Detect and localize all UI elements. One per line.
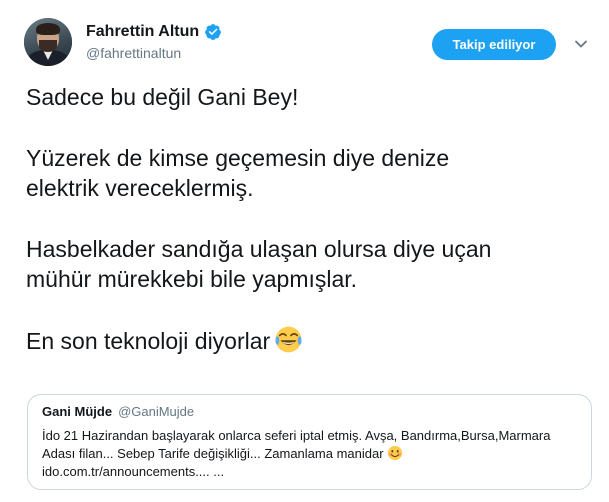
face-with-tears-of-joy-emoji (275, 326, 302, 353)
tweet-last-line: En son teknoloji diyorlar (26, 325, 586, 356)
author-name[interactable]: Fahrettin Altun (86, 23, 199, 41)
quoted-line: İdo 21 Hazirandan başlayarak onlarca sef… (42, 428, 551, 443)
tweet-header: Fahrettin Altun @fahrettinaltun Takip ed… (0, 0, 609, 80)
author-name-row[interactable]: Fahrettin Altun (86, 21, 222, 43)
following-button[interactable]: Takip ediliyor (432, 29, 556, 60)
avatar[interactable] (24, 18, 72, 66)
author-handle[interactable]: @fahrettinaltun (86, 45, 181, 61)
quoted-tweet[interactable]: Gani Müjde @GaniMujde İdo 21 Hazirandan … (27, 394, 592, 490)
verified-badge-icon (205, 24, 222, 40)
quoted-line-with-emoji: Adası filan... Sebep Tarife değişikliği.… (42, 445, 577, 463)
quoted-tweet-header: Gani Müjde @GaniMujde (42, 404, 194, 419)
tweet-line: mühür mürekkebi bile yapmışlar. (26, 266, 358, 292)
quoted-tweet-body: İdo 21 Hazirandan başlayarak onlarca sef… (42, 427, 577, 481)
tweet-line: Yüzerek de kimse geçemesin diye denize (26, 145, 450, 171)
quoted-line: Adası filan... Sebep Tarife değişikliği.… (42, 446, 384, 461)
tweet-text: Sadece bu değil Gani Bey! Yüzerek de kim… (26, 82, 586, 356)
tweet-line: Hasbelkader sandığa ulaşan olursa diye u… (26, 236, 492, 262)
chevron-down-icon[interactable] (574, 37, 588, 51)
quoted-link[interactable]: ido.com.tr/announcements.... ... (42, 463, 577, 481)
tweet-line: elektrik vereceklermiş. (26, 175, 254, 201)
quoted-author-handle: @GaniMujde (118, 404, 195, 419)
tweet-line: Sadece bu değil Gani Bey! (26, 84, 299, 110)
tweet-line: En son teknoloji diyorlar (26, 328, 271, 354)
smiling-face-emoji (387, 445, 402, 461)
quoted-author-name: Gani Müjde (42, 404, 113, 419)
